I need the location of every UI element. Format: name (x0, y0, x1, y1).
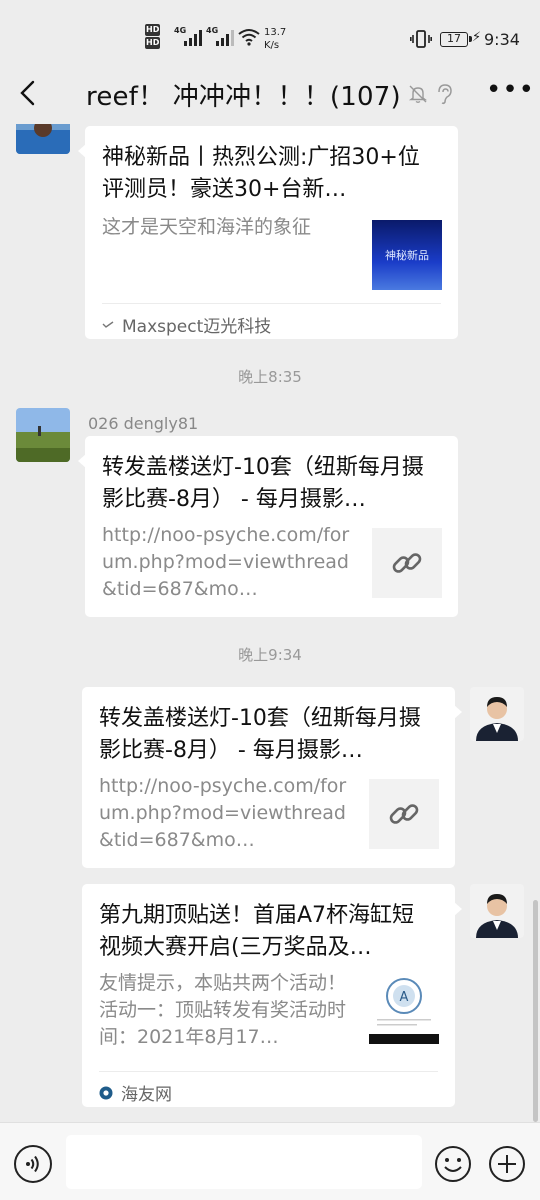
card-title: 神秘新品丨热烈公测:广招30+位评测员！豪送30+台新… (102, 145, 420, 202)
card-title: 转发盖楼送灯-10套（纽斯每月摄影比赛-8月） - 每月摄影… (102, 455, 424, 512)
link-card-maxspect[interactable]: 神秘新品丨热烈公测:广招30+位评测员！豪送30+台新… 这才是天空和海洋的象征… (78, 126, 458, 339)
link-thumbnail (372, 528, 442, 598)
link-icon (389, 804, 419, 824)
speed-unit: K/s (264, 40, 280, 51)
source-logo-icon (102, 320, 114, 328)
thumbnail-caption: 神秘新品 (385, 249, 429, 262)
svg-text:A: A (400, 990, 409, 1005)
more-functions-button[interactable] (488, 1145, 526, 1183)
my-avatar[interactable] (470, 687, 524, 741)
scrollbar[interactable] (533, 900, 538, 1122)
card-description: http://noo-psyche.com/forum.php?mod=view… (102, 524, 350, 600)
card-description: http://noo-psyche.com/forum.php?mod=view… (99, 775, 347, 851)
link-thumbnail (369, 779, 439, 849)
link-icon (392, 553, 422, 573)
source-name: Maxspect迈光科技 (122, 317, 272, 337)
sender-name: 026 dengly81 (88, 414, 199, 433)
link-card-haiyou[interactable]: 第九期顶贴送！首届A7杯海缸短视频大赛开启(三万奖品及… 友情提示，本贴共两个活… (82, 884, 462, 1107)
more-options-icon[interactable]: ••• (486, 77, 535, 103)
source-logo-icon (99, 1086, 113, 1099)
message-list[interactable]: 神秘新品丨热烈公测:广招30+位评测员！豪送30+台新… 这才是天空和海洋的象征… (0, 124, 540, 1122)
link-card-forum-sent[interactable]: 转发盖楼送灯-10套（纽斯每月摄影比赛-8月） - 每月摄影… http://n… (82, 687, 462, 868)
card-thumbnail: A (369, 974, 439, 1044)
speed-value: 13.7 (264, 27, 287, 38)
input-bar (0, 1122, 540, 1200)
message-timestamp: 晚上9:34 (238, 646, 302, 664)
chat-title: reef！ 冲冲冲！！！(107) (86, 82, 401, 112)
battery-level: 17 (447, 32, 461, 45)
card-title: 第九期顶贴送！首届A7杯海缸短视频大赛开启(三万奖品及… (99, 903, 415, 960)
message-timestamp: 晚上8:35 (238, 368, 302, 386)
avatar-dengly81[interactable] (16, 408, 70, 462)
back-icon[interactable] (14, 78, 44, 108)
card-description: 友情提示，本贴共两个活动！活动一：顶贴转发有奖活动时间：2021年8月17… (99, 972, 347, 1048)
hd-badge-2: HD (145, 37, 161, 49)
card-thumbnail: 神秘新品 (372, 220, 442, 290)
wifi-icon (238, 29, 260, 46)
link-card-forum[interactable]: 转发盖楼送灯-10套（纽斯每月摄影比赛-8月） - 每月摄影… http://n… (78, 436, 458, 617)
charging-icon: ⚡ (472, 30, 482, 45)
mute-notifications-icon (408, 85, 428, 103)
avatar[interactable] (16, 124, 70, 154)
network-speed: 13.7 K/s (264, 26, 286, 52)
voice-icon (26, 1155, 39, 1173)
divider (102, 303, 441, 304)
signal-icon-2 (216, 28, 234, 46)
clock: 9:34 (484, 30, 520, 49)
chat-header: reef！ 冲冲冲！！！(107) ••• (0, 66, 540, 124)
hd-indicator: HD HD (145, 24, 161, 50)
card-description: 这才是天空和海洋的象征 (102, 216, 312, 238)
hd-badge-1: HD (145, 24, 161, 36)
card-source: 海友网 (99, 1080, 172, 1105)
divider (99, 1071, 438, 1072)
signal-icon (184, 28, 202, 46)
my-avatar[interactable] (470, 884, 524, 938)
card-source: Maxspect迈光科技 (102, 312, 271, 337)
battery-icon: 17 (440, 32, 472, 47)
message-input[interactable] (66, 1135, 422, 1189)
emoji-button[interactable] (434, 1145, 472, 1183)
vibrate-icon (410, 30, 432, 48)
source-name: 海友网 (121, 1085, 172, 1105)
status-bar: HD HD 4G 4G 13.7 K/s 17 ⚡ 9:34 (0, 0, 540, 66)
voice-input-button[interactable] (14, 1145, 52, 1183)
earpiece-mode-icon (438, 84, 452, 105)
card-title: 转发盖楼送灯-10套（纽斯每月摄影比赛-8月） - 每月摄影… (99, 706, 421, 763)
